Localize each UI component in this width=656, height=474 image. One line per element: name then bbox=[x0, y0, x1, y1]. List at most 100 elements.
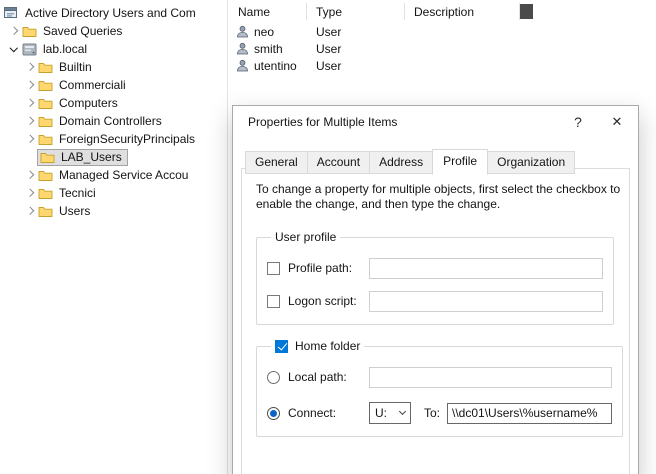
user-type: User bbox=[316, 25, 341, 39]
user-icon bbox=[236, 59, 250, 73]
local-path-input[interactable] bbox=[369, 367, 612, 388]
dialog-titlebar[interactable]: Properties for Multiple Items ? ✕ bbox=[233, 106, 638, 138]
user-name: utentino bbox=[254, 59, 297, 73]
connect-label: Connect: bbox=[288, 406, 369, 420]
user-profile-group: User profile Profile path: Logon script: bbox=[256, 230, 614, 325]
tab-general[interactable]: General bbox=[245, 151, 308, 174]
tree-item-label: ForeignSecurityPrincipals bbox=[57, 131, 197, 147]
tab-description: To change a property for multiple object… bbox=[256, 182, 634, 212]
user-name: smith bbox=[254, 42, 283, 56]
tab-strip: General Account Address Profile Organiza… bbox=[233, 149, 638, 174]
tree-item-lab-local[interactable]: lab.local bbox=[0, 40, 227, 58]
folder-icon bbox=[37, 132, 53, 147]
column-header-type[interactable]: Type bbox=[307, 3, 405, 20]
connect-row: Connect: U: To: bbox=[267, 402, 612, 424]
folder-icon bbox=[37, 96, 53, 111]
close-button[interactable]: ✕ bbox=[596, 106, 638, 138]
chevron-right-icon[interactable] bbox=[22, 94, 37, 112]
tab-account[interactable]: Account bbox=[307, 151, 370, 174]
folder-icon bbox=[37, 204, 53, 219]
tree-item-managed-service-accounts[interactable]: Managed Service Accou bbox=[0, 166, 227, 184]
list-row-utentino[interactable]: utentino User bbox=[229, 57, 656, 74]
dialog-title: Properties for Multiple Items bbox=[248, 115, 397, 129]
tree-item-computers[interactable]: Computers bbox=[0, 94, 227, 112]
tree-item-label: Computers bbox=[57, 95, 120, 111]
chevron-right-icon[interactable] bbox=[22, 130, 37, 148]
tab-address[interactable]: Address bbox=[369, 151, 433, 174]
chevron-right-icon[interactable] bbox=[22, 76, 37, 94]
user-profile-group-label: User profile bbox=[271, 230, 340, 244]
help-button[interactable]: ? bbox=[560, 106, 596, 138]
user-name: neo bbox=[254, 25, 274, 39]
chevron-right-icon[interactable] bbox=[22, 58, 37, 76]
connect-radio[interactable] bbox=[267, 407, 280, 420]
console-tree-panel: Active Directory Users and Com Saved Que… bbox=[0, 0, 228, 474]
tree-item-foreignsecurityprincipals[interactable]: ForeignSecurityPrincipals bbox=[0, 130, 227, 148]
domain-icon bbox=[21, 42, 37, 57]
tree-item-label: Builtin bbox=[57, 59, 94, 75]
home-folder-checkbox[interactable] bbox=[275, 340, 288, 353]
to-label: To: bbox=[424, 406, 440, 420]
list-row-neo[interactable]: neo User bbox=[229, 23, 656, 40]
tree-item-root[interactable]: Active Directory Users and Com bbox=[0, 4, 227, 22]
user-icon bbox=[236, 42, 250, 56]
list-row-smith[interactable]: smith User bbox=[229, 40, 656, 57]
chevron-placeholder bbox=[22, 148, 37, 166]
tree-item-label: lab.local bbox=[41, 41, 89, 57]
user-type: User bbox=[316, 59, 341, 73]
tree-item-label: Saved Queries bbox=[41, 23, 124, 39]
chevron-down-icon[interactable] bbox=[6, 40, 21, 58]
column-header-description[interactable]: Description bbox=[405, 3, 520, 20]
tree-item-label: Users bbox=[57, 203, 92, 219]
tree-item-builtin[interactable]: Builtin bbox=[0, 58, 227, 76]
chevron-down-icon bbox=[399, 408, 406, 415]
chevron-right-icon[interactable] bbox=[6, 22, 21, 40]
tab-organization[interactable]: Organization bbox=[487, 151, 575, 174]
aduc-window: Active Directory Users and Com Saved Que… bbox=[0, 0, 656, 474]
folder-icon bbox=[37, 186, 53, 201]
column-header-label: Name bbox=[238, 5, 270, 19]
folder-icon bbox=[39, 150, 55, 165]
local-path-radio[interactable] bbox=[267, 371, 280, 384]
directory-root-icon bbox=[3, 6, 19, 21]
home-folder-legend: Home folder bbox=[271, 339, 364, 353]
folder-icon bbox=[37, 114, 53, 129]
tree-item-tecnici[interactable]: Tecnici bbox=[0, 184, 227, 202]
chevron-right-icon[interactable] bbox=[22, 166, 37, 184]
profile-path-label: Profile path: bbox=[288, 261, 369, 275]
drive-letter-value: U: bbox=[375, 406, 387, 420]
tree-item-label: LAB_Users bbox=[59, 149, 124, 165]
chevron-right-icon[interactable] bbox=[22, 202, 37, 220]
tree-selection-highlight: LAB_Users bbox=[37, 149, 128, 166]
profile-path-row: Profile path: bbox=[267, 257, 603, 279]
chevron-right-icon[interactable] bbox=[22, 112, 37, 130]
home-folder-group: Home folder Local path: Connect: U: To: bbox=[256, 339, 623, 437]
tree-item-label: Tecnici bbox=[57, 185, 98, 201]
profile-path-input[interactable] bbox=[369, 258, 603, 279]
profile-tab-page: To change a property for multiple object… bbox=[241, 168, 630, 474]
properties-dialog: Properties for Multiple Items ? ✕ Genera… bbox=[232, 105, 639, 474]
logon-script-row: Logon script: bbox=[267, 290, 603, 312]
header-edge-dark bbox=[520, 4, 533, 19]
tree-item-label: Managed Service Accou bbox=[57, 167, 190, 183]
local-path-label: Local path: bbox=[288, 370, 369, 384]
user-type: User bbox=[316, 42, 341, 56]
drive-letter-select[interactable]: U: bbox=[369, 402, 411, 424]
column-header-name[interactable]: Name bbox=[229, 3, 307, 20]
folder-icon bbox=[37, 60, 53, 75]
tree-item-label: Active Directory Users and Com bbox=[23, 5, 198, 21]
tree-item-lab-users[interactable]: LAB_Users bbox=[0, 148, 227, 166]
connect-path-input[interactable] bbox=[447, 403, 612, 424]
tree-item-saved-queries[interactable]: Saved Queries bbox=[0, 22, 227, 40]
tab-profile[interactable]: Profile bbox=[432, 149, 488, 175]
tree-item-commerciali[interactable]: Commerciali bbox=[0, 76, 227, 94]
home-folder-label: Home folder bbox=[295, 339, 360, 353]
logon-script-checkbox[interactable] bbox=[267, 295, 280, 308]
folder-icon bbox=[37, 168, 53, 183]
logon-script-input[interactable] bbox=[369, 291, 603, 312]
chevron-right-icon[interactable] bbox=[22, 184, 37, 202]
tree-item-domain-controllers[interactable]: Domain Controllers bbox=[0, 112, 227, 130]
tree-item-users[interactable]: Users bbox=[0, 202, 227, 220]
column-header-label: Description bbox=[414, 5, 474, 19]
profile-path-checkbox[interactable] bbox=[267, 262, 280, 275]
